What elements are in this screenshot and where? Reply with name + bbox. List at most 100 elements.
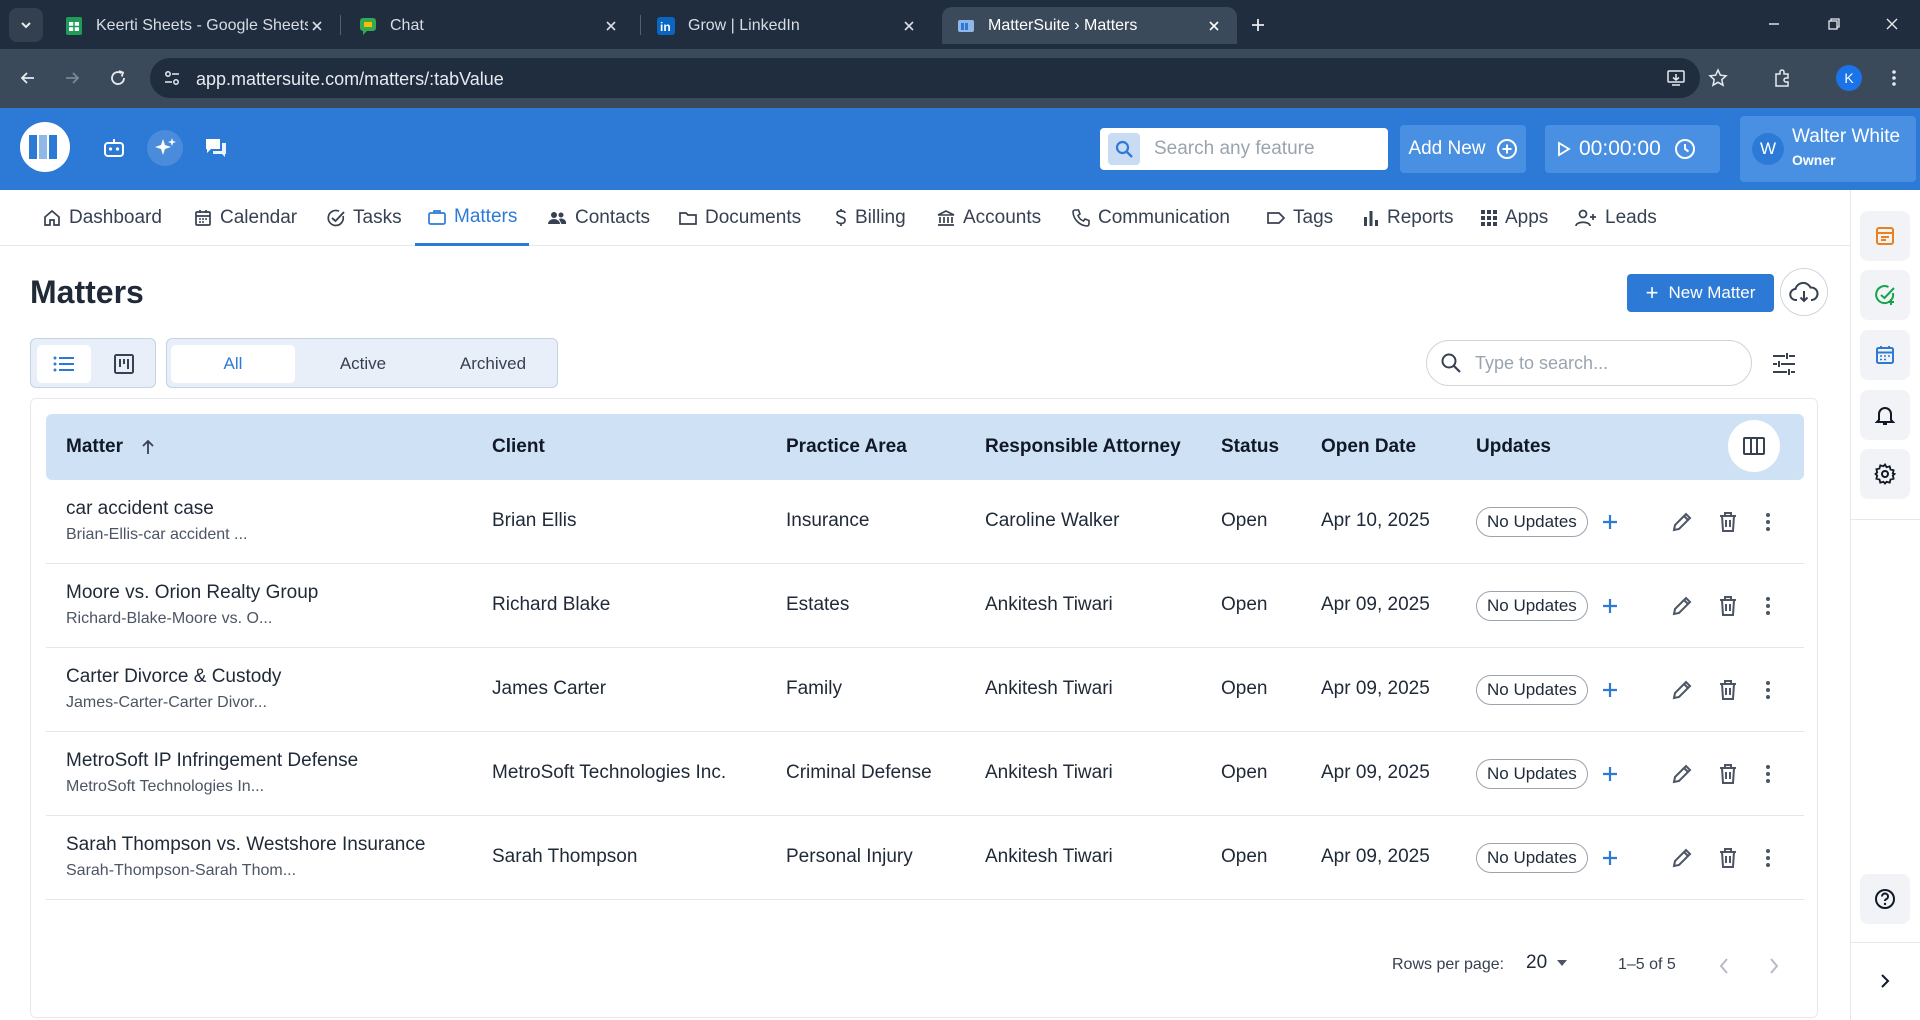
add-update-icon[interactable] xyxy=(1596,676,1624,704)
nav-item-dashboard[interactable]: Dashboard xyxy=(42,190,162,246)
nav-item-billing[interactable]: Billing xyxy=(834,190,906,246)
settings-button[interactable] xyxy=(1860,449,1910,499)
more-vertical-icon[interactable] xyxy=(1754,592,1782,620)
sparkle-icon[interactable] xyxy=(147,130,183,166)
delete-trash-icon[interactable] xyxy=(1714,844,1742,872)
nav-item-apps[interactable]: Apps xyxy=(1480,190,1548,246)
tasks-quick-button[interactable] xyxy=(1860,270,1910,320)
add-update-icon[interactable] xyxy=(1596,844,1624,872)
close-tab-icon[interactable] xyxy=(602,17,620,35)
add-update-icon[interactable] xyxy=(1596,592,1624,620)
filter-settings-button[interactable] xyxy=(1770,350,1798,378)
nav-item-tasks[interactable]: Tasks xyxy=(326,190,402,246)
bookmark-star-icon[interactable] xyxy=(1704,64,1732,92)
user-profile-menu[interactable]: W Walter White Owner xyxy=(1740,116,1916,182)
feature-search[interactable]: Search any feature xyxy=(1100,128,1388,170)
column-header-responsible-attorney[interactable]: Responsible Attorney xyxy=(985,414,1181,480)
browser-tab-chat[interactable]: Chat xyxy=(344,7,634,44)
install-app-icon[interactable] xyxy=(1662,64,1690,92)
help-button[interactable] xyxy=(1860,874,1910,924)
filter-tab-active[interactable]: Active xyxy=(301,345,425,383)
tab-search-button[interactable] xyxy=(9,8,43,42)
column-header-status[interactable]: Status xyxy=(1221,414,1279,480)
browser-tab-mattersuite[interactable]: MatterSuite › Matters xyxy=(942,7,1237,44)
board-view-button[interactable] xyxy=(97,345,151,383)
edit-pencil-icon[interactable] xyxy=(1668,760,1696,788)
sort-ascending-icon[interactable] xyxy=(139,438,157,456)
expand-rail-button[interactable] xyxy=(1860,956,1910,1006)
filter-tab-archived[interactable]: Archived xyxy=(431,345,555,383)
nav-item-accounts[interactable]: Accounts xyxy=(936,190,1041,246)
mattersuite-logo[interactable] xyxy=(20,122,70,172)
filter-tab-all[interactable]: All xyxy=(171,345,295,383)
matter-name[interactable]: car accident case xyxy=(66,498,214,520)
table-row[interactable]: Sarah Thompson vs. Westshore Insurance S… xyxy=(46,816,1804,900)
new-tab-button[interactable] xyxy=(1246,13,1270,37)
address-bar[interactable]: app.mattersuite.com/matters/:tabValue xyxy=(150,58,1700,98)
ai-bot-icon[interactable] xyxy=(96,130,132,166)
table-row[interactable]: Carter Divorce & Custody James-Carter-Ca… xyxy=(46,648,1804,732)
list-view-button[interactable] xyxy=(37,345,91,383)
matter-name[interactable]: Moore vs. Orion Realty Group xyxy=(66,582,318,604)
matter-name[interactable]: Sarah Thompson vs. Westshore Insurance xyxy=(66,834,425,856)
delete-trash-icon[interactable] xyxy=(1714,760,1742,788)
previous-page-button[interactable] xyxy=(1710,952,1738,980)
column-header-matter[interactable]: Matter xyxy=(66,414,157,480)
close-tab-icon[interactable] xyxy=(308,17,326,35)
nav-item-matters[interactable]: Matters xyxy=(415,190,530,246)
close-tab-icon[interactable] xyxy=(900,17,918,35)
manage-columns-button[interactable] xyxy=(1728,420,1780,472)
restore-button[interactable] xyxy=(1822,12,1846,36)
back-button[interactable] xyxy=(14,64,42,92)
browser-tab-linkedin[interactable]: in Grow | LinkedIn xyxy=(642,7,932,44)
site-info-icon[interactable] xyxy=(160,66,184,90)
more-vertical-icon[interactable] xyxy=(1754,676,1782,704)
table-row[interactable]: MetroSoft IP Infringement Defense MetroS… xyxy=(46,732,1804,816)
nav-item-tags[interactable]: Tags xyxy=(1266,190,1333,246)
next-page-button[interactable] xyxy=(1760,952,1788,980)
table-row[interactable]: Moore vs. Orion Realty Group Richard-Bla… xyxy=(46,564,1804,648)
column-header-client[interactable]: Client xyxy=(492,414,545,480)
matter-name[interactable]: Carter Divorce & Custody xyxy=(66,666,281,688)
forward-button[interactable] xyxy=(58,64,86,92)
add-update-icon[interactable] xyxy=(1596,760,1624,788)
nav-item-communication[interactable]: Communication xyxy=(1071,190,1230,246)
delete-trash-icon[interactable] xyxy=(1714,508,1742,536)
nav-item-reports[interactable]: Reports xyxy=(1362,190,1454,246)
new-matter-button[interactable]: + New Matter xyxy=(1627,274,1774,312)
time-tracker[interactable]: 00:00:00 xyxy=(1545,125,1720,173)
table-row[interactable]: car accident case Brian-Ellis-car accide… xyxy=(46,480,1804,564)
delete-trash-icon[interactable] xyxy=(1714,676,1742,704)
add-new-button[interactable]: Add New xyxy=(1400,125,1526,173)
notes-button[interactable] xyxy=(1860,211,1910,261)
notifications-button[interactable] xyxy=(1860,390,1910,440)
browser-tab-sheets[interactable]: Keerti Sheets - Google Sheets xyxy=(50,7,340,44)
clock-icon[interactable] xyxy=(1673,137,1697,161)
nav-item-leads[interactable]: Leads xyxy=(1574,190,1657,246)
column-header-practice-area[interactable]: Practice Area xyxy=(786,414,907,480)
nav-item-calendar[interactable]: Calendar xyxy=(193,190,297,246)
more-menu-icon[interactable] xyxy=(1880,64,1908,92)
column-header-open-date[interactable]: Open Date xyxy=(1321,414,1416,480)
rows-per-page-select[interactable]: 20 xyxy=(1526,952,1569,974)
matter-name[interactable]: MetroSoft IP Infringement Defense xyxy=(66,750,358,772)
nav-item-documents[interactable]: Documents xyxy=(678,190,801,246)
chat-bubbles-icon[interactable] xyxy=(198,130,234,166)
add-update-icon[interactable] xyxy=(1596,508,1624,536)
more-vertical-icon[interactable] xyxy=(1754,844,1782,872)
edit-pencil-icon[interactable] xyxy=(1668,508,1696,536)
close-tab-icon[interactable] xyxy=(1205,17,1223,35)
more-vertical-icon[interactable] xyxy=(1754,508,1782,536)
column-header-updates[interactable]: Updates xyxy=(1476,414,1551,480)
table-search-input[interactable]: Type to search... xyxy=(1426,340,1752,386)
reload-button[interactable] xyxy=(104,64,132,92)
profile-avatar[interactable]: K xyxy=(1836,65,1862,91)
play-icon[interactable] xyxy=(1557,141,1571,157)
edit-pencil-icon[interactable] xyxy=(1668,592,1696,620)
delete-trash-icon[interactable] xyxy=(1714,592,1742,620)
cloud-download-button[interactable] xyxy=(1780,268,1828,316)
more-vertical-icon[interactable] xyxy=(1754,760,1782,788)
extensions-icon[interactable] xyxy=(1768,64,1796,92)
calendar-quick-button[interactable] xyxy=(1860,330,1910,380)
edit-pencil-icon[interactable] xyxy=(1668,676,1696,704)
